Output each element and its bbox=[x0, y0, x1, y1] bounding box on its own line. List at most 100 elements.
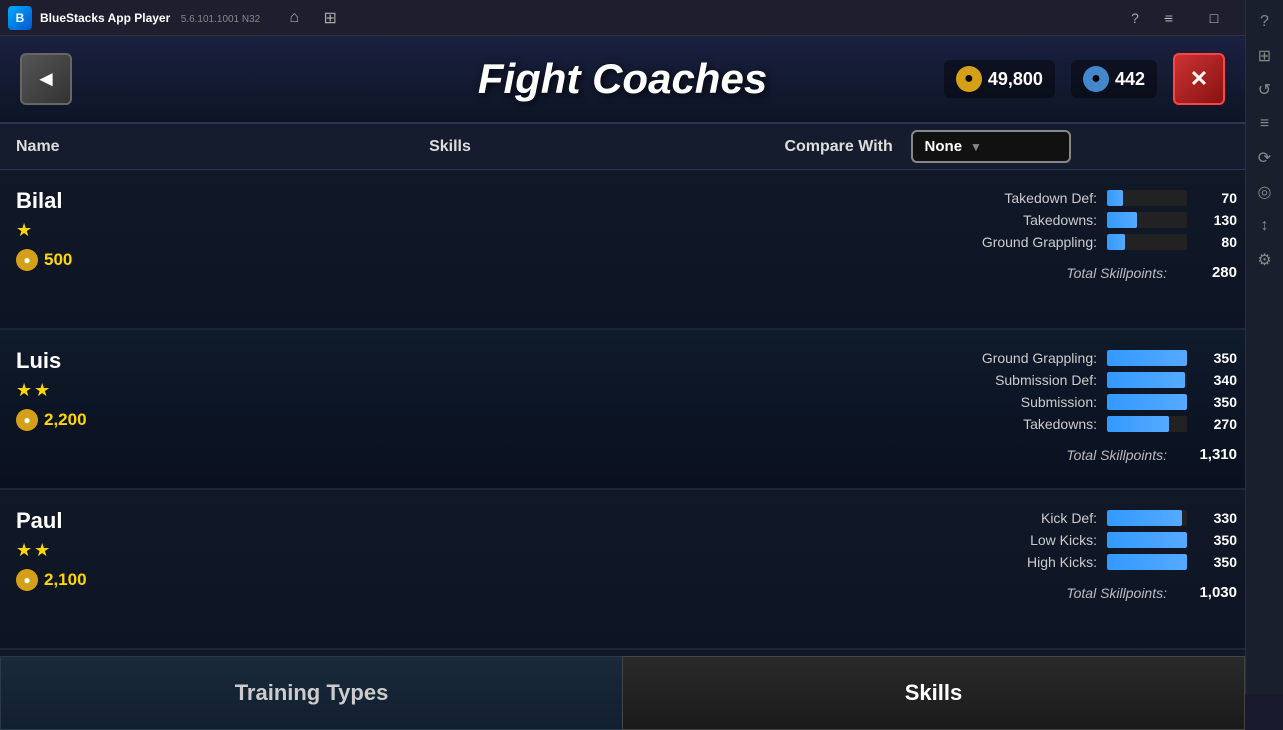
blue-currency: ● 442 bbox=[1071, 60, 1157, 98]
star-icon: ★ bbox=[34, 540, 50, 561]
coach-skills-luis: Ground Grappling: 350 Submission Def: bbox=[290, 330, 1245, 488]
skill-bar-container bbox=[1107, 554, 1187, 570]
blue-value: 442 bbox=[1115, 69, 1145, 90]
skill-bar-container bbox=[1107, 234, 1187, 250]
coach-name: Bilal bbox=[16, 188, 274, 214]
right-sidebar: ? ⊞ ↺ ≡ ⟳ ◎ ↕ ⚙ bbox=[1245, 0, 1283, 694]
skill-bar bbox=[1107, 190, 1123, 206]
star-icon: ★ bbox=[16, 220, 32, 241]
game-area: ◄ Fight Coaches ● 49,800 ● 442 ✕ Name Sk… bbox=[0, 36, 1283, 730]
col-skills-header: Skills bbox=[290, 138, 610, 156]
skill-bar-container bbox=[1107, 190, 1187, 206]
currency-area: ● 49,800 ● 442 ✕ bbox=[944, 53, 1225, 105]
nav-icons: ⌂ ⊞ bbox=[280, 4, 344, 32]
skill-row: Kick Def: 330 bbox=[298, 510, 1237, 526]
compare-dropdown[interactable]: None ▼ bbox=[911, 130, 1071, 163]
skill-row: Ground Grappling: 350 bbox=[298, 350, 1237, 366]
table-row: Paul ★ ★ ● 2,100 Kick Def: bbox=[0, 490, 1245, 650]
skill-row: Ground Grappling: 80 bbox=[298, 234, 1237, 250]
total-row: Total Skillpoints: 1,030 bbox=[298, 574, 1237, 601]
gold-value: 49,800 bbox=[988, 69, 1043, 90]
bottom-tabs: Training Types Skills bbox=[0, 656, 1245, 730]
app-logo: B bbox=[8, 6, 32, 30]
skill-row: Takedowns: 130 bbox=[298, 212, 1237, 228]
skill-rows: Ground Grappling: 350 Submission Def: bbox=[298, 342, 1237, 432]
skill-rows: Kick Def: 330 Low Kicks: 350 bbox=[298, 502, 1237, 570]
skill-bar bbox=[1107, 554, 1187, 570]
coach-stars: ★ bbox=[16, 220, 274, 241]
cost-coin-icon: ● bbox=[16, 249, 38, 271]
coach-cost: ● 2,200 bbox=[16, 409, 274, 431]
skill-bar bbox=[1107, 350, 1187, 366]
star-icon: ★ bbox=[34, 380, 50, 401]
skill-bar bbox=[1107, 212, 1137, 228]
sidebar-target-icon[interactable]: ◎ bbox=[1251, 178, 1279, 206]
star-icon: ★ bbox=[16, 540, 32, 561]
gold-coin-icon: ● bbox=[956, 66, 982, 92]
sidebar-grid-icon[interactable]: ⊞ bbox=[1251, 42, 1279, 70]
sidebar-help-icon[interactable]: ? bbox=[1251, 8, 1279, 36]
skill-row: High Kicks: 350 bbox=[298, 554, 1237, 570]
skill-bar-container bbox=[1107, 510, 1187, 526]
skill-row: Submission Def: 340 bbox=[298, 372, 1237, 388]
minimize-button[interactable]: − bbox=[1145, 0, 1191, 36]
skill-row: Low Kicks: 350 bbox=[298, 532, 1237, 548]
cost-coin-icon: ● bbox=[16, 409, 38, 431]
table-row: Bilal ★ ● 500 Takedown Def: bbox=[0, 170, 1245, 330]
tab-training-types[interactable]: Training Types bbox=[0, 656, 622, 730]
skill-row: Takedown Def: 70 bbox=[298, 190, 1237, 206]
skill-bar bbox=[1107, 532, 1187, 548]
coach-skills-bilal: Takedown Def: 70 Takedowns: 130 bbox=[290, 170, 1245, 328]
back-button[interactable]: ◄ bbox=[20, 53, 72, 105]
gold-currency: ● 49,800 bbox=[944, 60, 1055, 98]
skill-row: Submission: 350 bbox=[298, 394, 1237, 410]
app-name-label: BlueStacks App Player 5.6.101.1001 N32 bbox=[40, 9, 260, 27]
chevron-down-icon: ▼ bbox=[970, 140, 982, 154]
coach-info-paul: Paul ★ ★ ● 2,100 bbox=[0, 490, 290, 648]
game-header: ◄ Fight Coaches ● 49,800 ● 442 ✕ bbox=[0, 36, 1245, 124]
coach-stars: ★ ★ bbox=[16, 380, 274, 401]
sidebar-menu-icon[interactable]: ≡ bbox=[1251, 110, 1279, 138]
sidebar-sync-icon[interactable]: ⟳ bbox=[1251, 144, 1279, 172]
cost-coin-icon: ● bbox=[16, 569, 38, 591]
column-headers: Name Skills Compare With None ▼ bbox=[0, 124, 1245, 170]
sidebar-resize-icon[interactable]: ↕ bbox=[1251, 212, 1279, 240]
star-icon: ★ bbox=[16, 380, 32, 401]
blue-coin-icon: ● bbox=[1083, 66, 1109, 92]
coach-name: Paul bbox=[16, 508, 274, 534]
table-row: Luis ★ ★ ● 2,200 Ground Grappling: bbox=[0, 330, 1245, 490]
coach-cost: ● 500 bbox=[16, 249, 274, 271]
main-content: ◄ Fight Coaches ● 49,800 ● 442 ✕ Name Sk… bbox=[0, 36, 1245, 730]
total-row: Total Skillpoints: 1,310 bbox=[298, 436, 1237, 463]
col-compare-header: Compare With None ▼ bbox=[610, 130, 1245, 163]
page-title: Fight Coaches bbox=[478, 55, 767, 103]
home-icon[interactable]: ⌂ bbox=[280, 4, 308, 32]
sidebar-refresh-icon[interactable]: ↺ bbox=[1251, 76, 1279, 104]
skill-row: Takedowns: 270 bbox=[298, 416, 1237, 432]
col-name-header: Name bbox=[0, 138, 290, 156]
coach-cost: ● 2,100 bbox=[16, 569, 274, 591]
skill-bar bbox=[1107, 510, 1182, 526]
skill-bar-container bbox=[1107, 350, 1187, 366]
skill-bar bbox=[1107, 372, 1185, 388]
sidebar-settings-icon[interactable]: ⚙ bbox=[1251, 246, 1279, 274]
maximize-button[interactable]: □ bbox=[1191, 0, 1237, 36]
total-row: Total Skillpoints: 280 bbox=[298, 254, 1237, 281]
coach-skills-paul: Kick Def: 330 Low Kicks: 350 bbox=[290, 490, 1245, 648]
coach-info-bilal: Bilal ★ ● 500 bbox=[0, 170, 290, 328]
grid-icon[interactable]: ⊞ bbox=[316, 4, 344, 32]
titlebar: B BlueStacks App Player 5.6.101.1001 N32… bbox=[0, 0, 1283, 36]
skill-bar-container bbox=[1107, 212, 1187, 228]
game-close-button[interactable]: ✕ bbox=[1173, 53, 1225, 105]
tab-skills[interactable]: Skills bbox=[622, 656, 1245, 730]
skill-bar-container bbox=[1107, 532, 1187, 548]
skill-bar bbox=[1107, 234, 1125, 250]
coaches-list: Bilal ★ ● 500 Takedown Def: bbox=[0, 170, 1245, 656]
skill-bar-container bbox=[1107, 372, 1187, 388]
skill-rows: Takedown Def: 70 Takedowns: 130 bbox=[298, 182, 1237, 250]
skill-bar-container bbox=[1107, 416, 1187, 432]
skill-bar-container bbox=[1107, 394, 1187, 410]
skill-bar bbox=[1107, 416, 1169, 432]
skill-bar bbox=[1107, 394, 1187, 410]
coach-name: Luis bbox=[16, 348, 274, 374]
